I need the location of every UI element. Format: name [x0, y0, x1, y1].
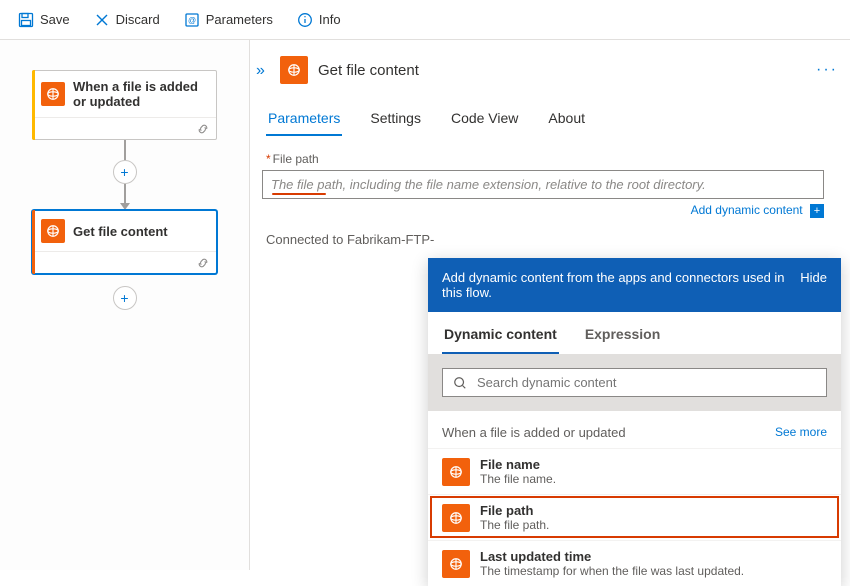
dc-item-last-updated[interactable]: Last updated timeThe timestamp for when … [428, 540, 841, 586]
trigger-label: When a file is added or updated [73, 79, 208, 109]
info-button[interactable]: Info [287, 8, 351, 32]
workflow-canvas: When a file is added or updated + Get fi… [0, 40, 250, 570]
dc-group-label: When a file is added or updated [442, 425, 626, 440]
svg-text:@: @ [188, 16, 196, 25]
designer-panel: » Get file content ··· Parameters Settin… [250, 40, 850, 570]
file-path-input[interactable]: The file path, including the file name e… [262, 170, 824, 199]
connected-to-label: Connected to Fabrikam-FTP- [266, 232, 838, 247]
info-label: Info [319, 12, 341, 27]
ftp-icon [442, 550, 470, 578]
parameters-icon: @ [184, 12, 200, 28]
save-icon [18, 12, 34, 28]
tab-codeview[interactable]: Code View [449, 106, 520, 136]
panel-tabs: Parameters Settings Code View About [266, 106, 838, 136]
ftp-icon [442, 458, 470, 486]
dc-item-file-path[interactable]: File pathThe file path. [428, 494, 841, 540]
search-icon [453, 376, 467, 390]
dc-search-field[interactable] [477, 375, 816, 390]
parameters-label: Parameters [206, 12, 273, 27]
link-icon [196, 256, 210, 270]
more-options-button[interactable]: ··· [816, 61, 838, 79]
tab-settings[interactable]: Settings [368, 106, 423, 136]
dc-item-file-name[interactable]: File nameThe file name. [428, 448, 841, 494]
toolbar: Save Discard @ Parameters Info [0, 0, 850, 40]
collapse-button[interactable]: » [256, 62, 265, 80]
panel-title: Get file content [318, 62, 419, 79]
parameters-button[interactable]: @ Parameters [174, 8, 283, 32]
discard-label: Discard [116, 12, 160, 27]
tab-about[interactable]: About [546, 106, 587, 136]
dc-tab-dynamic[interactable]: Dynamic content [442, 322, 559, 354]
add-dynamic-content-link[interactable]: Add dynamic content [691, 203, 803, 217]
ftp-icon [280, 56, 308, 84]
ftp-icon [442, 504, 470, 532]
close-icon [94, 12, 110, 28]
file-path-label: *File path [266, 152, 838, 166]
ftp-icon [41, 219, 65, 243]
dc-tab-expression[interactable]: Expression [583, 322, 662, 354]
insert-step-button[interactable]: + [113, 160, 137, 184]
tab-parameters[interactable]: Parameters [266, 106, 342, 136]
dc-search-input[interactable] [442, 368, 827, 397]
info-icon [297, 12, 313, 28]
dc-hide-button[interactable]: Hide [800, 270, 827, 285]
ftp-icon [41, 82, 65, 106]
node-get-file-content[interactable]: Get file content [32, 210, 217, 274]
discard-button[interactable]: Discard [84, 8, 170, 32]
save-label: Save [40, 12, 70, 27]
add-step-button[interactable]: + [113, 286, 137, 310]
action-label: Get file content [73, 224, 168, 239]
dc-see-more-link[interactable]: See more [775, 425, 827, 440]
dynamic-content-panel: Add dynamic content from the apps and co… [428, 258, 841, 586]
save-button[interactable]: Save [8, 8, 80, 32]
node-trigger[interactable]: When a file is added or updated [32, 70, 217, 140]
link-icon [196, 122, 210, 136]
add-dynamic-content-plus-icon[interactable]: + [810, 204, 824, 218]
dc-header-text: Add dynamic content from the apps and co… [442, 270, 788, 300]
